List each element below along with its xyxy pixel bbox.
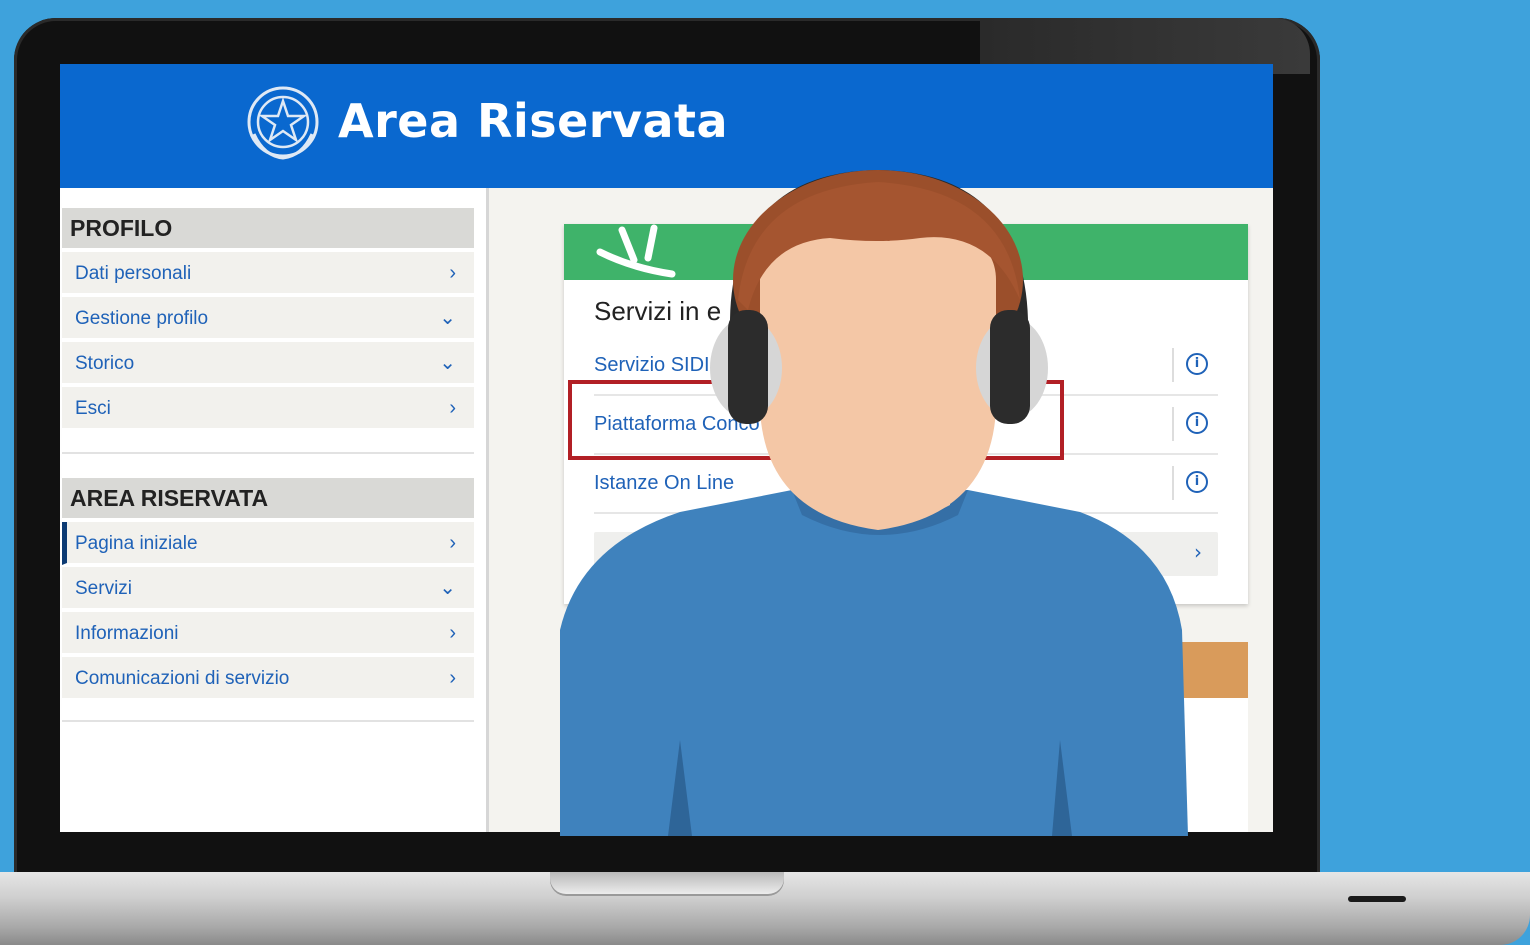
sidebar-item-gestione-profilo[interactable]: Gestione profilo ⌄ — [62, 297, 474, 340]
sidebar: PROFILO Dati personali › Gestione profil… — [60, 188, 489, 832]
sidebar-item-comunicazioni-di-servizio[interactable]: Comunicazioni di servizio › — [62, 657, 474, 700]
sidebar-item-label: Gestione profilo — [75, 308, 209, 329]
laptop-indicator-slot — [1348, 896, 1406, 902]
chevron-right-icon: › — [449, 622, 456, 644]
sidebar-item-label: Pagina iniziale — [75, 533, 198, 554]
laptop-opening-notch — [550, 872, 784, 896]
chevron-right-icon: › — [449, 667, 456, 689]
sidebar-item-label: Servizi — [75, 578, 133, 599]
chevron-right-icon: › — [449, 532, 456, 554]
chevron-down-icon: ⌄ — [439, 577, 456, 599]
page-title: Area Riservata — [338, 94, 729, 148]
sidebar-item-informazioni[interactable]: Informazioni › — [62, 612, 474, 655]
sidebar-item-label: Esci — [75, 398, 111, 419]
italian-republic-emblem-icon — [247, 86, 319, 160]
sidebar-item-label: Dati personali — [75, 263, 192, 284]
sidebar-divider — [62, 720, 474, 722]
chevron-right-icon: › — [449, 397, 456, 419]
sidebar-item-pagina-iniziale[interactable]: Pagina iniziale › — [62, 522, 474, 565]
sidebar-item-label: Comunicazioni di servizio — [75, 668, 290, 689]
sidebar-item-label: Informazioni — [75, 623, 179, 644]
sidebar-item-dati-personali[interactable]: Dati personali › — [62, 252, 474, 295]
sidebar-heading-profilo: PROFILO — [62, 208, 474, 248]
avatar-illustration — [560, 169, 1188, 836]
chevron-down-icon: ⌄ — [439, 352, 456, 374]
chevron-down-icon: ⌄ — [439, 307, 456, 329]
sidebar-item-storico[interactable]: Storico ⌄ — [62, 342, 474, 385]
sidebar-divider — [62, 452, 474, 454]
sidebar-item-servizi[interactable]: Servizi ⌄ — [62, 567, 474, 610]
sidebar-heading-area-riservata: AREA RISERVATA — [62, 478, 474, 518]
sidebar-item-esci[interactable]: Esci › — [62, 387, 474, 430]
chevron-right-icon: › — [449, 262, 456, 284]
sidebar-item-label: Storico — [75, 353, 135, 374]
